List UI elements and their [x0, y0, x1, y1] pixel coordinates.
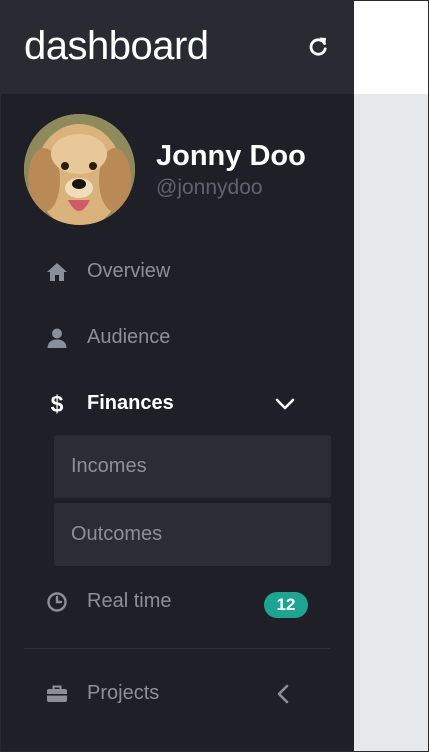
- nav-item-realtime[interactable]: Real time 12: [24, 580, 330, 624]
- dollar-icon: $: [50, 391, 64, 417]
- submenu-item-outcomes[interactable]: Outcomes: [54, 503, 331, 566]
- user-handle: @jonnydoo: [156, 176, 263, 199]
- submenu-item-incomes[interactable]: Incomes: [54, 435, 331, 498]
- nav-item-audience[interactable]: Audience: [24, 316, 330, 360]
- user-name: Jonny Doo: [156, 140, 306, 172]
- main-content: [354, 94, 429, 752]
- nav-item-overview[interactable]: Overview: [24, 250, 330, 294]
- clock-icon: [46, 591, 68, 613]
- avatar[interactable]: [24, 114, 135, 225]
- nav-label-finances: Finances: [87, 392, 174, 414]
- app-title: dashboard: [24, 24, 209, 68]
- divider: [24, 648, 330, 649]
- nav-label-overview: Overview: [87, 260, 171, 282]
- briefcase-icon: [46, 683, 68, 705]
- sidebar: [0, 0, 354, 752]
- nav-label-audience: Audience: [87, 326, 171, 348]
- nav-label-projects: Projects: [87, 682, 160, 704]
- chevron-left-icon[interactable]: [272, 683, 294, 705]
- brand-bar: dashboard: [0, 0, 354, 94]
- home-icon: [46, 261, 68, 283]
- submenu-label-incomes: Incomes: [71, 455, 147, 477]
- chevron-down-icon[interactable]: [274, 393, 296, 415]
- refresh-icon[interactable]: [306, 34, 330, 58]
- submenu-label-outcomes: Outcomes: [71, 523, 163, 545]
- notification-badge: 12: [264, 592, 308, 618]
- nav-item-projects[interactable]: Projects: [24, 672, 330, 716]
- nav-label-realtime: Real time: [87, 590, 172, 612]
- main-header: [354, 0, 429, 94]
- nav-item-finances[interactable]: $ Finances: [24, 382, 330, 426]
- user-icon: [46, 327, 68, 349]
